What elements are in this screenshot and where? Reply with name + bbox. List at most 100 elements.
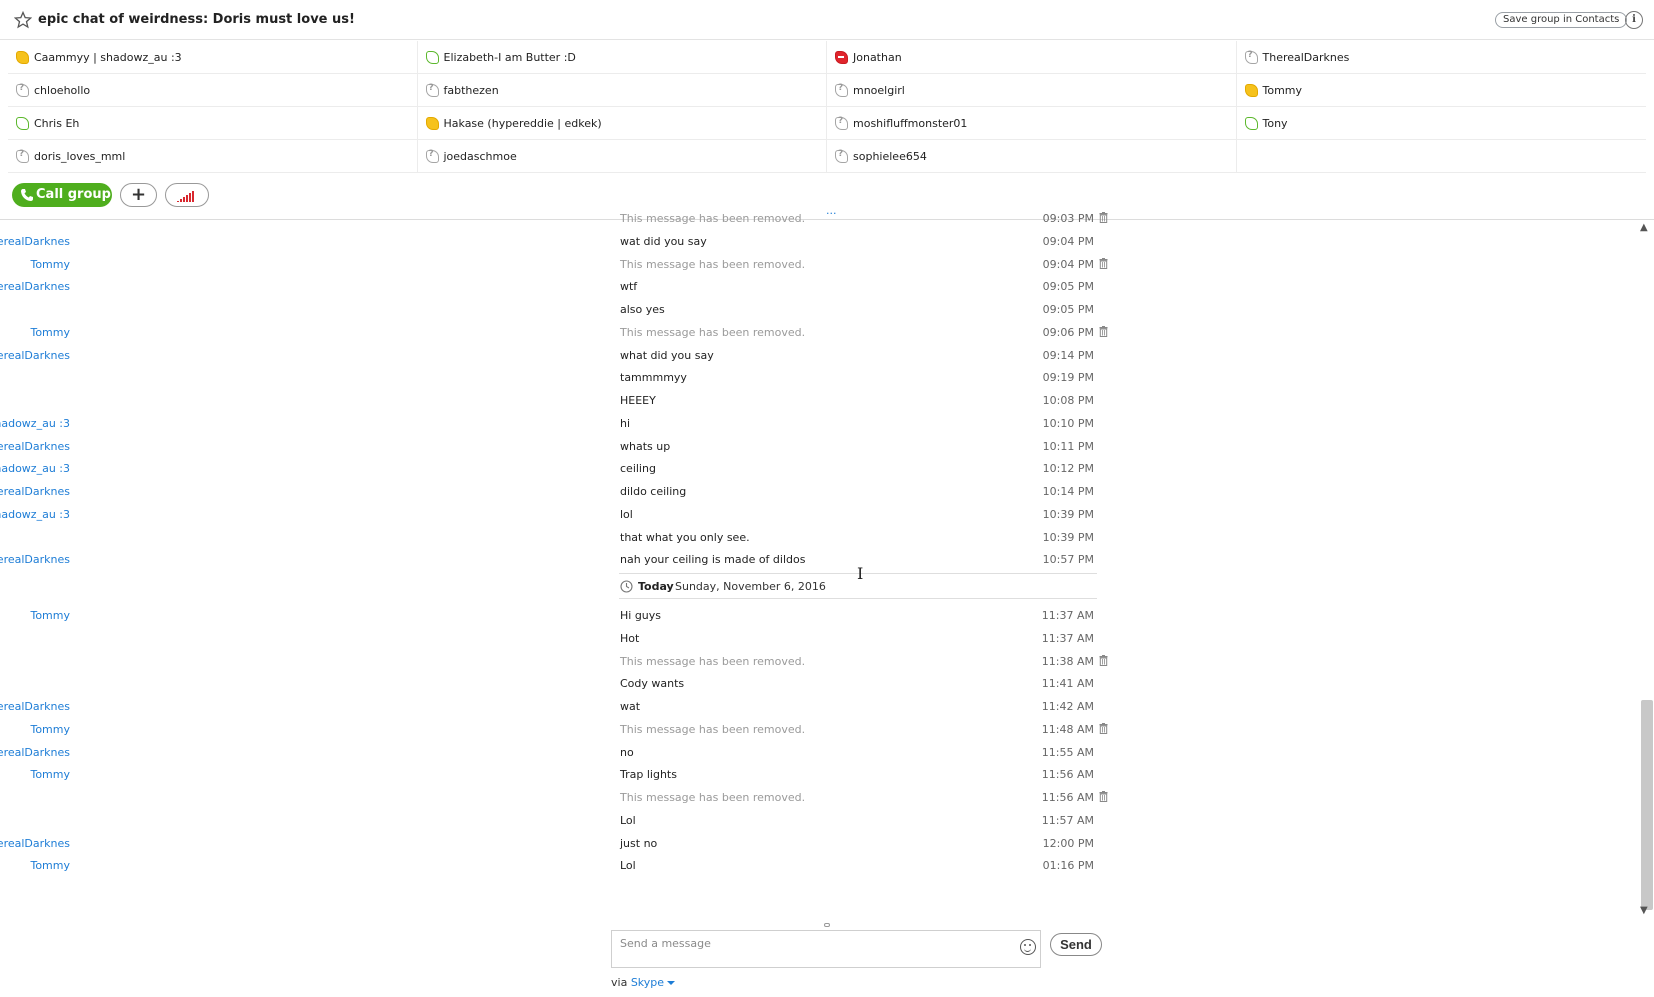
message-author[interactable]: Caammyy | shadowz_au :3 <box>0 508 70 521</box>
message-row: TherealDarknes wtf 09:05 PM <box>0 276 1120 298</box>
participant-item[interactable]: doris_loves_mml <box>8 140 418 173</box>
participant-item[interactable]: joedaschmoe <box>417 140 827 173</box>
message-timestamp: 09:05 PM <box>1042 303 1094 316</box>
participant-name: mnoelgirl <box>853 83 905 97</box>
message-text: whats up <box>620 439 671 453</box>
message-row: Tommy Trap lights 11:56 AM <box>0 764 1120 786</box>
resize-handle[interactable] <box>824 923 830 927</box>
participant-item[interactable]: TherealDarknes <box>1236 41 1646 74</box>
message-author[interactable]: Tommy <box>0 609 70 622</box>
participant-item[interactable]: sophielee654 <box>827 140 1237 173</box>
scrollbar-thumb[interactable] <box>1641 700 1653 910</box>
message-text: wtf <box>620 280 638 294</box>
message-author[interactable]: TherealDarknes <box>0 485 70 498</box>
status-away-icon <box>425 116 439 130</box>
participant-item[interactable]: moshifluffmonster01 <box>827 107 1237 140</box>
chevron-down-icon[interactable] <box>667 981 676 985</box>
message-text: ceiling <box>620 462 656 476</box>
message-author[interactable]: Caammyy | shadowz_au :3 <box>0 462 70 475</box>
message-text: that what you only see. <box>620 530 750 544</box>
message-author[interactable]: Tommy <box>0 326 70 339</box>
participant-item[interactable]: Hakase (hypereddie | edkek) <box>417 107 827 140</box>
message-author[interactable]: TherealDarknes <box>0 700 70 713</box>
message-author[interactable]: TherealDarknes <box>0 553 70 566</box>
participant-item[interactable]: Tommy <box>1236 74 1646 107</box>
message-timestamp: 09:14 PM <box>1042 348 1094 362</box>
message-timestamp: 10:08 PM <box>1042 394 1094 407</box>
message-timestamp: 09:03 PM <box>1042 212 1094 225</box>
message-row: Tommy This message has been removed. 09:06… <box>0 322 1120 344</box>
message-text: just no <box>620 836 658 850</box>
participant-item[interactable]: fabthezen <box>417 74 827 107</box>
message-timestamp: 11:37 AM <box>1041 609 1094 622</box>
scroll-up-icon[interactable]: ▲ <box>1640 222 1648 233</box>
message-timestamp: 10:14 PM <box>1042 485 1094 498</box>
removed-message-text: This message has been removed. <box>620 212 806 225</box>
participant-item[interactable]: chloehollo <box>8 74 418 107</box>
status-unknown-icon <box>425 149 439 163</box>
message-text: nah your ceiling is made of dildos <box>620 553 806 567</box>
chat-title[interactable]: epic chat of weirdness: Doris must love … <box>38 12 355 27</box>
message-row: Tommy This message has been removed. 09:04… <box>0 254 1120 276</box>
text-cursor-icon: I <box>857 564 864 583</box>
message-composer <box>611 930 1041 968</box>
message-author[interactable]: Caammyy | shadowz_au :3 <box>0 417 70 430</box>
message-author[interactable]: Tommy <box>0 768 70 781</box>
participant-item[interactable]: Elizabeth-I am Butter :D <box>417 41 827 74</box>
message-author[interactable]: TherealDarknes <box>0 746 70 759</box>
message-timestamp: 11:37 AM <box>1041 631 1094 645</box>
message-timestamp: 09:04 PM <box>1042 234 1094 248</box>
trash-icon <box>1099 654 1108 666</box>
status-unknown-icon <box>1244 50 1258 64</box>
scroll-down-icon[interactable]: ▼ <box>1640 905 1648 916</box>
message-row: TherealDarknes no 11:55 AM <box>0 742 1120 764</box>
emoticon-icon[interactable] <box>1020 939 1036 955</box>
message-author[interactable]: TherealDarknes <box>0 837 70 850</box>
call-quality-button[interactable] <box>165 183 209 207</box>
participant-name: chloehollo <box>34 83 91 97</box>
message-row: HEEEY 10:08 PM <box>0 390 1120 412</box>
message-author[interactable]: Tommy <box>0 859 70 872</box>
info-icon[interactable]: i <box>1625 11 1643 29</box>
message-timestamp: 11:38 AM <box>1041 654 1094 668</box>
message-text: HEEEY <box>620 394 656 407</box>
participant-empty-cell <box>1236 140 1646 173</box>
message-author[interactable]: TherealDarknes <box>0 349 70 362</box>
participant-item[interactable]: Tony <box>1236 107 1646 140</box>
message-author[interactable]: TherealDarknes <box>0 280 70 293</box>
message-author[interactable]: Tommy <box>0 258 70 271</box>
message-row: TherealDarknes wat did you say 09:04 PM <box>0 231 1120 253</box>
send-button[interactable]: Send <box>1050 933 1102 956</box>
message-timestamp: 10:39 PM <box>1042 507 1094 521</box>
message-author[interactable]: TherealDarknes <box>0 235 70 248</box>
participant-item[interactable]: Caammyy | shadowz_au :3 <box>8 41 418 74</box>
via-label: via <box>611 976 628 989</box>
trash-icon <box>1099 257 1108 269</box>
message-input[interactable] <box>620 937 1000 950</box>
add-participant-button[interactable]: + <box>120 183 157 207</box>
participant-item[interactable]: Jonathan <box>827 41 1237 74</box>
date-separator-today: Today <box>638 580 674 593</box>
trash-icon <box>1099 791 1108 802</box>
status-away-icon <box>1244 83 1258 97</box>
participant-item[interactable]: Chris Eh <box>8 107 418 140</box>
save-group-button[interactable]: Save group in Contacts <box>1495 12 1628 28</box>
message-row: Caammyy | shadowz_au :3 lol 10:39 PM <box>0 504 1120 526</box>
message-author[interactable]: TherealDarknes <box>0 440 70 453</box>
trash-icon <box>1099 212 1108 223</box>
message-timestamp: 11:41 AM <box>1041 677 1094 691</box>
message-text: Lol <box>620 813 636 827</box>
favorite-star-icon[interactable] <box>14 11 32 29</box>
service-selector[interactable]: Skype <box>631 976 664 989</box>
signal-bars-icon <box>177 191 194 202</box>
status-online-icon <box>16 116 29 130</box>
message-author[interactable]: Tommy <box>0 723 70 736</box>
message-text: Trap lights <box>620 768 677 782</box>
message-row: TherealDarknes dildo ceiling 10:14 PM <box>0 481 1120 503</box>
message-text: no <box>620 745 634 759</box>
call-group-button[interactable]: Call group <box>12 183 112 207</box>
message-timestamp: 01:16 PM <box>1042 859 1094 873</box>
message-timestamp: 11:42 AM <box>1041 700 1094 713</box>
date-separator-date: Sunday, November 6, 2016 <box>675 580 826 593</box>
participant-item[interactable]: mnoelgirl <box>827 74 1237 107</box>
